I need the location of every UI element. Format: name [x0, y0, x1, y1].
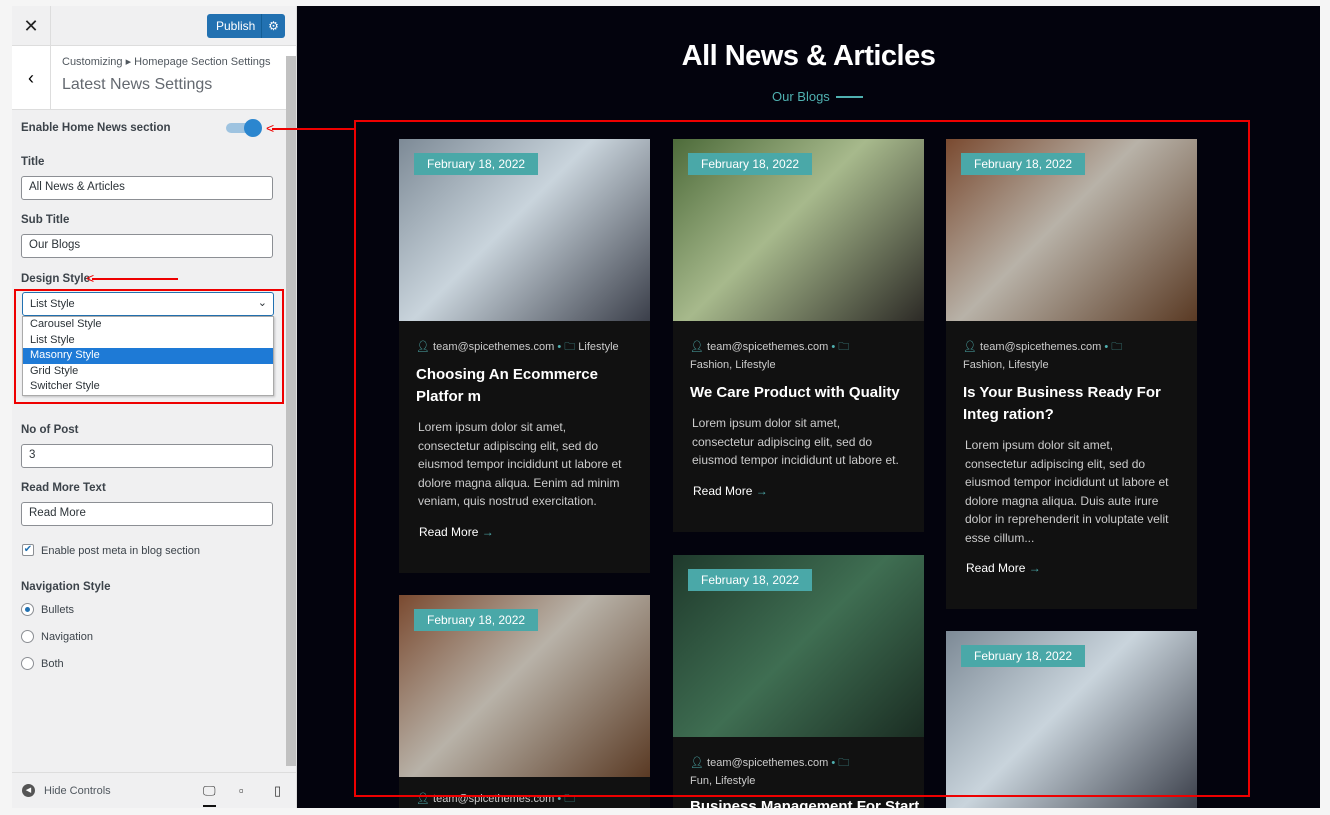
annotation-arrow — [272, 128, 354, 130]
hide-controls-icon[interactable]: ◀ — [22, 784, 35, 797]
highlight-box — [354, 120, 1250, 797]
title-input[interactable]: All News & Articles — [21, 176, 273, 200]
customizer-topbar: ✕ Publish ⚙ — [12, 6, 296, 46]
customizer-footer: ◀ Hide Controls 🖵 ▫ ▯ — [12, 772, 296, 808]
nav-style-label: Navigation Style — [21, 581, 111, 593]
gear-icon[interactable]: ⚙ — [261, 14, 285, 38]
mobile-preview-icon[interactable]: ▯ — [274, 783, 281, 799]
arrow-head-icon: < — [86, 270, 95, 286]
section-subtitle: Our Blogs — [772, 89, 830, 104]
posts-input[interactable]: 3 — [21, 444, 273, 468]
enable-news-toggle[interactable] — [226, 119, 262, 137]
section-title: All News & Articles — [681, 40, 936, 72]
subtitle-line — [836, 96, 863, 98]
posts-label: No of Post — [21, 424, 79, 436]
section-header: ‹ Customizing ▸ Homepage Section Setting… — [12, 46, 296, 110]
design-style-label: Design Style — [21, 273, 91, 285]
title-label: Title — [21, 156, 45, 168]
back-chevron-icon[interactable]: ‹ — [12, 46, 51, 110]
subtitle-input[interactable]: Our Blogs — [21, 234, 273, 258]
page-title: Latest News Settings — [62, 76, 213, 93]
radio-both[interactable] — [21, 657, 34, 670]
radio-navigation-label: Navigation — [41, 631, 93, 643]
tablet-preview-icon[interactable]: ▫ — [239, 783, 244, 798]
readmore-label: Read More Text — [21, 482, 106, 494]
readmore-input[interactable]: Read More — [21, 502, 273, 526]
radio-bullets-label: Bullets — [41, 604, 75, 616]
subtitle-label: Sub Title — [21, 214, 70, 226]
radio-bullets[interactable] — [21, 603, 34, 616]
publish-button[interactable]: Publish ⚙ — [207, 14, 285, 38]
scrollbar[interactable] — [286, 56, 296, 766]
publish-label: Publish — [216, 19, 256, 33]
arrow-head-icon: < — [266, 120, 275, 136]
desktop-preview-icon[interactable]: 🖵 — [203, 783, 216, 807]
annotation-arrow — [92, 278, 178, 280]
radio-navigation[interactable] — [21, 630, 34, 643]
highlight-box — [14, 289, 284, 404]
post-meta-label: Enable post meta in blog section — [41, 545, 200, 557]
customizer-panel: ✕ Publish ⚙ ‹ Customizing ▸ Homepage Sect… — [12, 6, 297, 808]
post-meta-checkbox[interactable]: ✔ — [22, 544, 34, 556]
close-icon[interactable]: ✕ — [12, 6, 51, 46]
radio-both-label: Both — [41, 658, 64, 670]
breadcrumb: Customizing ▸ Homepage Section Settings — [62, 56, 271, 68]
enable-news-label: Enable Home News section — [21, 122, 171, 134]
hide-controls-button[interactable]: Hide Controls — [44, 785, 111, 797]
